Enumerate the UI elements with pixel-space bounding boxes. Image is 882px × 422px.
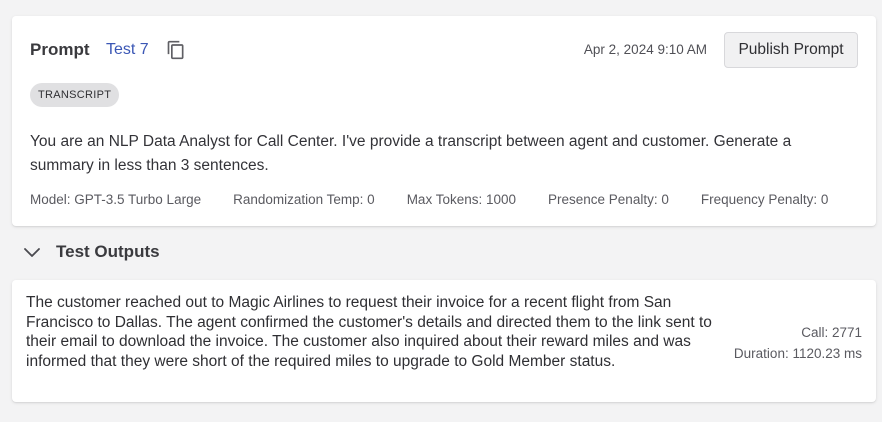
param-frequency-penalty: Frequency Penalty: 0 <box>700 192 829 207</box>
test-name-link[interactable]: Test 7 <box>106 41 149 59</box>
param-model: Model: GPT-3.5 Turbo Large <box>30 192 202 207</box>
test-outputs-toggle[interactable]: Test Outputs <box>22 240 160 264</box>
transcript-tag: TRANSCRIPT <box>30 83 120 107</box>
chevron-down-icon[interactable] <box>22 242 42 262</box>
prompt-title: Prompt <box>30 40 90 59</box>
param-max-tokens: Max Tokens: 1000 <box>406 192 517 207</box>
output-meta: Call: 2771 Duration: 1120.23 ms <box>734 322 862 364</box>
test-output-card: The customer reached out to Magic Airlin… <box>12 280 876 402</box>
copy-icon[interactable] <box>166 40 186 60</box>
test-outputs-title: Test Outputs <box>56 242 160 261</box>
prompt-card: Prompt Test 7 Apr 2, 2024 9:10 AM Publis… <box>12 16 876 226</box>
param-presence-penalty: Presence Penalty: 0 <box>548 192 669 207</box>
output-summary-text: The customer reached out to Magic Airlin… <box>26 294 712 370</box>
model-params: Model: GPT-3.5 Turbo Large Randomization… <box>30 192 828 207</box>
output-duration: Duration: 1120.23 ms <box>733 346 862 361</box>
output-call-id: Call: 2771 <box>801 325 862 340</box>
param-temperature: Randomization Temp: 0 <box>233 192 375 207</box>
publish-prompt-button[interactable]: Publish Prompt <box>724 32 858 68</box>
prompt-text: You are an NLP Data Analyst for Call Cen… <box>30 133 792 174</box>
prompt-timestamp: Apr 2, 2024 9:10 AM <box>583 42 707 57</box>
